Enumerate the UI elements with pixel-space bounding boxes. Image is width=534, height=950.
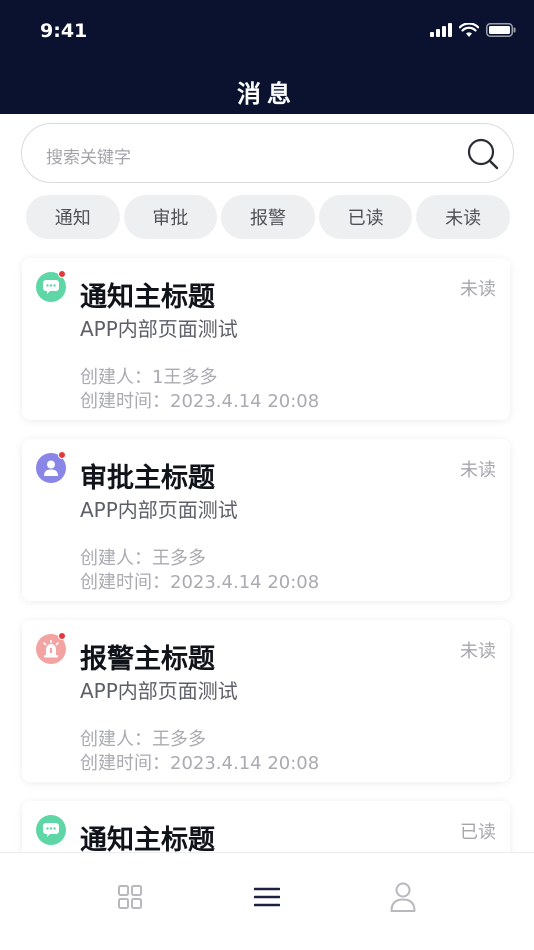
message-title: 通知主标题 bbox=[80, 825, 215, 852]
unread-dot bbox=[58, 632, 66, 640]
tab-grid[interactable] bbox=[110, 877, 150, 917]
menu-icon bbox=[254, 887, 280, 907]
bottom-tab-bar bbox=[0, 852, 534, 950]
search-placeholder: 搜索关键字 bbox=[46, 148, 131, 168]
filter-chip-read[interactable]: 已读 bbox=[318, 195, 413, 239]
message-title: 通知主标题 bbox=[80, 282, 215, 313]
main-content: 搜索关键字 通知 审批 报警 已读 未读 通知主标题 未读 APP内部页面测试 … bbox=[0, 114, 534, 852]
chat-bubble-icon bbox=[36, 815, 66, 845]
tab-user[interactable] bbox=[383, 877, 423, 917]
tab-menu[interactable] bbox=[247, 877, 287, 917]
message-card[interactable]: 通知主标题 未读 APP内部页面测试 创建人：1王多多 创建时间：2023.4.… bbox=[22, 258, 510, 420]
message-title: 审批主标题 bbox=[80, 463, 215, 494]
message-card[interactable]: 审批主标题 未读 APP内部页面测试 创建人：王多多 创建时间：2023.4.1… bbox=[22, 439, 510, 601]
message-subtitle: APP内部页面测试 bbox=[80, 498, 238, 522]
message-creator: 创建人：王多多 bbox=[80, 729, 206, 750]
battery-icon bbox=[486, 23, 516, 37]
message-subtitle: APP内部页面测试 bbox=[80, 317, 238, 341]
filter-chip-approval[interactable]: 审批 bbox=[123, 195, 218, 239]
message-creator: 创建人：1王多多 bbox=[80, 367, 218, 388]
message-subtitle: APP内部页面测试 bbox=[80, 679, 238, 703]
message-title: 报警主标题 bbox=[80, 644, 215, 675]
user-icon bbox=[390, 882, 416, 912]
message-created-time: 创建时间：2023.4.14 20:08 bbox=[80, 391, 320, 412]
message-status: 未读 bbox=[460, 279, 496, 300]
filter-chip-unread[interactable]: 未读 bbox=[416, 195, 510, 239]
message-status: 已读 bbox=[460, 822, 496, 843]
filter-chips: 通知 审批 报警 已读 未读 bbox=[26, 195, 510, 239]
message-status: 未读 bbox=[460, 460, 496, 481]
filter-chip-alarm[interactable]: 报警 bbox=[221, 195, 315, 239]
message-created-time: 创建时间：2023.4.14 20:08 bbox=[80, 572, 320, 593]
unread-dot bbox=[58, 270, 66, 278]
filter-chip-notification[interactable]: 通知 bbox=[26, 195, 120, 239]
message-creator: 创建人：王多多 bbox=[80, 548, 206, 569]
status-icons bbox=[430, 20, 516, 40]
page-title: 消息 bbox=[237, 80, 297, 108]
message-card[interactable]: 通知主标题 已读 bbox=[22, 801, 510, 852]
app-header: 9:41 消息 bbox=[0, 0, 534, 114]
unread-dot bbox=[58, 451, 66, 459]
signal-icon bbox=[430, 23, 452, 37]
message-card[interactable]: 报警主标题 未读 APP内部页面测试 创建人：王多多 创建时间：2023.4.1… bbox=[22, 620, 510, 782]
wifi-icon bbox=[459, 22, 479, 37]
grid-icon bbox=[118, 885, 142, 909]
message-created-time: 创建时间：2023.4.14 20:08 bbox=[80, 753, 320, 774]
status-time: 9:41 bbox=[40, 20, 88, 42]
search-icon[interactable] bbox=[465, 136, 501, 172]
message-status: 未读 bbox=[460, 641, 496, 662]
search-input[interactable]: 搜索关键字 bbox=[21, 123, 514, 183]
